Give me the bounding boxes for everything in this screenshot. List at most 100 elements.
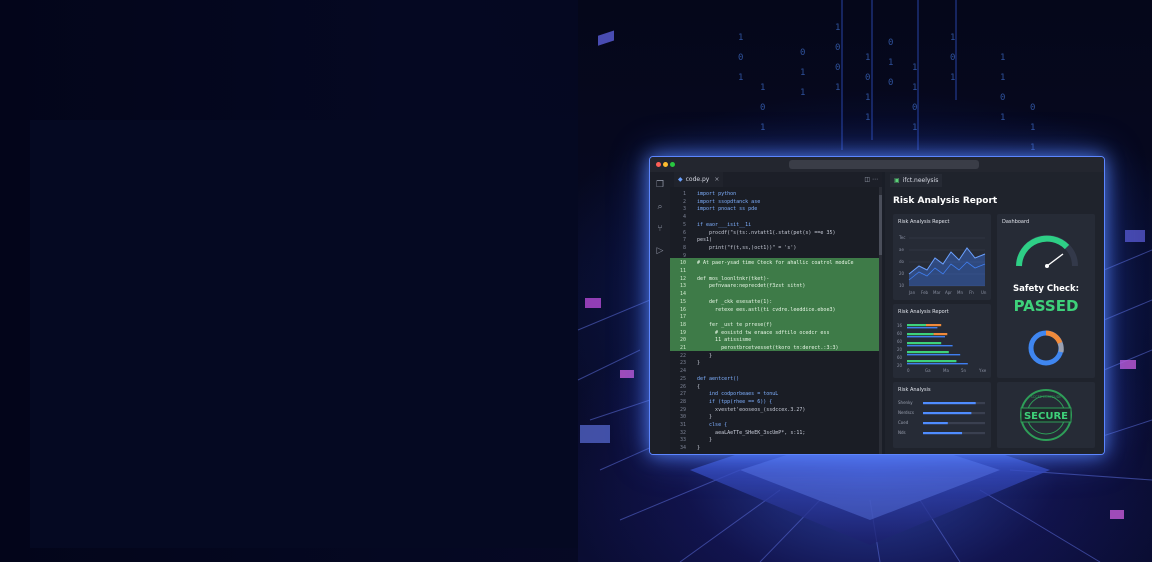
x-tick-label: Mn xyxy=(957,290,963,295)
code-text: } xyxy=(697,445,701,452)
bar-green xyxy=(907,342,942,345)
bar-green xyxy=(907,333,934,336)
glow-lines xyxy=(841,0,957,150)
svg-text:1: 1 xyxy=(835,23,840,33)
svg-text:1: 1 xyxy=(912,83,917,93)
bar-orange xyxy=(933,333,948,336)
gauge-fill xyxy=(1016,235,1070,267)
bar-blue xyxy=(907,354,961,356)
app-window: ❐ ⌕ ⑂ ▷ ◆ code.py × ◫ ⋯ 1 import python 2 imp… xyxy=(649,156,1105,455)
minimize-dot[interactable] xyxy=(663,162,668,167)
close-tab-icon[interactable]: × xyxy=(714,176,719,183)
risk-bars-card: Risk Analysis Report 16 60 60 20 60 20 0 Ga Ma 5n… xyxy=(893,304,991,378)
line-number: 34 xyxy=(679,445,686,452)
x-tick-label: Ga xyxy=(925,368,931,373)
secure-card: SECURE SCCEE LCSPEUDE xyxy=(997,382,1095,448)
y-tick-label: 10 xyxy=(899,283,905,288)
donut-slice-gray xyxy=(1057,341,1064,353)
tab-analysis[interactable]: ▣ ifct.neelysis xyxy=(890,174,943,187)
risk-list-card: Risk Analysis Shenky Nerdscs Coed Nds xyxy=(893,382,991,448)
svg-text:1: 1 xyxy=(912,63,917,73)
title-bar xyxy=(650,157,1104,172)
svg-text:1: 1 xyxy=(1000,73,1005,83)
svg-text:1: 1 xyxy=(1000,113,1005,123)
bar-orange xyxy=(926,324,942,327)
scrollbar-thumb[interactable] xyxy=(879,195,882,255)
editor-tab-bar: ◆ code.py × ◫ ⋯ xyxy=(670,172,882,187)
svg-text:1: 1 xyxy=(835,83,840,93)
dashboard-card: Dashboard Safety Check: PASSED xyxy=(997,214,1095,378)
risk-line-chart: Tec ae do 20 10 Jan Feb Mar Apr Mn Fh Un xyxy=(898,235,987,295)
y-tick-label: 60 xyxy=(897,339,903,344)
run-debug-icon[interactable]: ▷ xyxy=(655,246,665,256)
svg-text:1: 1 xyxy=(1030,143,1035,153)
report-panel: ▣ ifct.neelysis Risk Analysis Report Risk… xyxy=(885,172,1104,454)
bar-blue xyxy=(907,345,953,347)
svg-text:0: 0 xyxy=(1000,93,1005,103)
address-bar[interactable] xyxy=(789,160,979,169)
svg-text:1: 1 xyxy=(888,58,893,68)
maximize-dot[interactable] xyxy=(670,162,675,167)
svg-text:0: 0 xyxy=(835,43,840,53)
code-editor[interactable]: 1 import python 2 import ssopdtanck ase 3 imp… xyxy=(670,187,882,454)
svg-text:0: 0 xyxy=(912,103,917,113)
search-icon[interactable]: ⌕ xyxy=(655,202,665,212)
svg-text:1: 1 xyxy=(738,73,743,83)
y-tick-label: 16 xyxy=(897,323,903,328)
risk-row-label: Coed xyxy=(898,420,909,425)
risk-row-fill xyxy=(923,402,976,405)
risk-row-fill xyxy=(923,422,948,425)
risk-list-bars: Shenky Nerdscs Coed Nds xyxy=(898,400,985,435)
editor-actions[interactable]: ◫ ⋯ xyxy=(864,172,878,187)
svg-text:0: 0 xyxy=(888,78,893,88)
close-dot[interactable] xyxy=(656,162,661,167)
analysis-file-icon: ▣ xyxy=(894,177,900,184)
y-tick-label: do xyxy=(899,259,905,264)
y-tick-label: 60 xyxy=(897,331,903,336)
y-tick-label: 20 xyxy=(899,271,905,276)
risk-row-fill xyxy=(923,412,972,415)
svg-text:1: 1 xyxy=(800,68,805,78)
y-tick-label: Tec xyxy=(898,235,905,240)
svg-text:1: 1 xyxy=(865,93,870,103)
svg-text:1: 1 xyxy=(865,53,870,63)
svg-text:1: 1 xyxy=(760,83,765,93)
report-title: Risk Analysis Report xyxy=(893,196,998,206)
y-tick-label: ae xyxy=(899,247,904,252)
risk-row-label: Nds xyxy=(898,430,906,435)
gauge-needle xyxy=(1046,253,1064,267)
risk-row-fill xyxy=(923,432,963,435)
python-file-icon: ◆ xyxy=(678,176,683,183)
safety-check-label: Safety Check: xyxy=(1012,284,1080,294)
bar-green xyxy=(907,351,949,354)
svg-text:1: 1 xyxy=(738,33,743,43)
safety-status: PASSED xyxy=(1013,297,1079,315)
files-icon[interactable]: ❐ xyxy=(655,180,665,190)
tab-code-py[interactable]: ◆ code.py × xyxy=(674,172,724,187)
svg-text:0: 0 xyxy=(865,73,870,83)
x-tick-label: 0 xyxy=(907,368,910,373)
svg-text:0: 0 xyxy=(950,53,955,63)
svg-text:1: 1 xyxy=(950,73,955,83)
source-control-icon[interactable]: ⑂ xyxy=(655,224,665,234)
activity-bar: ❐ ⌕ ⑂ ▷ xyxy=(650,172,670,454)
svg-text:0: 0 xyxy=(800,48,805,58)
x-tick-label: Fh xyxy=(969,290,974,295)
x-tick-label: Jan xyxy=(908,290,916,295)
risk-row-label: Shenky xyxy=(898,400,913,405)
svg-text:1: 1 xyxy=(1030,123,1035,133)
editor-scrollbar[interactable] xyxy=(879,187,882,454)
x-tick-label: Apr xyxy=(945,290,952,295)
x-tick-label: Mar xyxy=(933,290,941,295)
svg-text:1: 1 xyxy=(950,33,955,43)
x-tick-label: Un xyxy=(981,290,987,295)
svg-text:1: 1 xyxy=(760,123,765,133)
x-tick-label: Yxe xyxy=(978,368,987,373)
risk-row-label: Nerdscs xyxy=(898,410,914,415)
x-tick-label: Feb xyxy=(921,290,929,295)
svg-text:1: 1 xyxy=(865,113,870,123)
donut-chart xyxy=(1028,330,1064,366)
bar-blue xyxy=(907,336,945,338)
y-tick-label: 60 xyxy=(897,355,903,360)
svg-text:0: 0 xyxy=(760,103,765,113)
